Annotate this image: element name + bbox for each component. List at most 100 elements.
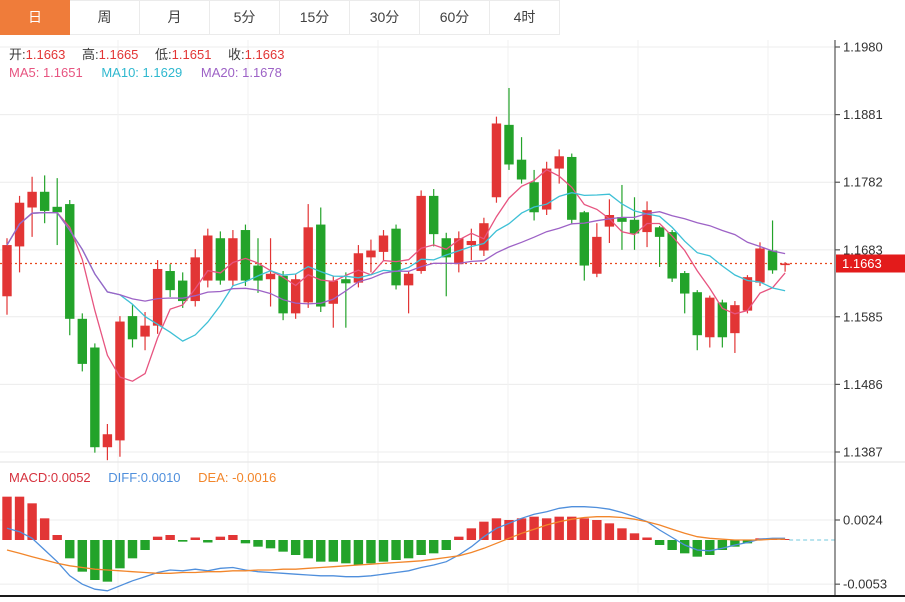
candle-body (680, 273, 689, 293)
candle-body (128, 316, 137, 339)
macd-hist-bar (27, 503, 36, 540)
macd-hist-bar (266, 540, 275, 548)
macd-hist-bar (580, 518, 589, 540)
close-value: 1.1663 (245, 47, 285, 62)
candle-body (780, 264, 789, 266)
candle-body (90, 348, 99, 448)
ma5-value: MA5: 1.1651 (9, 65, 83, 80)
tab-5min[interactable]: 5分 (210, 0, 280, 35)
candle-body (379, 235, 388, 251)
close-label: 收: (228, 47, 245, 62)
macd-hist-bar (103, 540, 112, 582)
price-axis-label: 1.1585 (843, 309, 883, 324)
candle-body (228, 238, 237, 280)
candle-body (103, 434, 112, 447)
macd-hist-bar (140, 540, 149, 550)
candle-body (504, 125, 513, 165)
macd-hist-bar (592, 520, 601, 540)
macd-hist-bar (278, 540, 287, 552)
high-value: 1.1665 (99, 47, 139, 62)
candle-body (768, 251, 777, 271)
macd-hist-bar (429, 540, 438, 553)
tab-15min[interactable]: 15分 (280, 0, 350, 35)
period-tab-bar: 日周月5分15分30分60分4时 (0, 0, 560, 35)
candle-body (165, 271, 174, 290)
high-label: 高: (82, 47, 99, 62)
macd-hist-bar (442, 540, 451, 550)
dea-value: DEA: -0.0016 (198, 470, 276, 485)
macd-hist-bar (228, 535, 237, 540)
candle-body (366, 251, 375, 258)
price-axis-label: 1.1881 (843, 107, 883, 122)
candle-body (291, 279, 300, 313)
tab-month[interactable]: 月 (140, 0, 210, 35)
price-axis-label: 1.1980 (843, 40, 883, 55)
candle-body (517, 160, 526, 180)
macd-hist-bar (404, 540, 413, 558)
macd-hist-bar (203, 540, 212, 543)
open-value: 1.1663 (26, 47, 66, 62)
price-axis-label: 1.1387 (843, 445, 883, 460)
macd-hist-bar (53, 535, 62, 540)
candle-body (705, 298, 714, 338)
macd-hist-bar (605, 523, 614, 540)
candle-body (153, 269, 162, 326)
macd-hist-bar (216, 537, 225, 540)
macd-hist-bar (542, 518, 551, 540)
candle-body (429, 196, 438, 234)
macd-hist-bar (253, 540, 262, 547)
candle-body (115, 322, 124, 441)
macd-hist-bar (2, 497, 11, 540)
candle-body (580, 212, 589, 265)
candle-body (529, 182, 538, 212)
ma10-value: MA10: 1.1629 (101, 65, 182, 80)
macd-hist-bar (642, 538, 651, 541)
candle-body (241, 230, 250, 281)
price-axis-label: 1.1782 (843, 175, 883, 190)
candle-body (755, 248, 764, 282)
open-label: 开: (9, 47, 26, 62)
low-label: 低: (155, 47, 172, 62)
candle-body (40, 192, 49, 211)
macd-hist-bar (65, 540, 74, 558)
candle-body (341, 279, 350, 283)
macd-hist-bar (467, 528, 476, 540)
candle-body (53, 207, 62, 212)
candle-body (140, 326, 149, 337)
tab-week[interactable]: 周 (70, 0, 140, 35)
candle-body (592, 237, 601, 274)
macd-hist-bar (391, 540, 400, 560)
macd-hist-bar (90, 540, 99, 580)
macd-hist-bar (329, 540, 338, 562)
macd-hist-bar (630, 533, 639, 540)
macd-hist-bar (304, 540, 313, 558)
diff-value: DIFF:0.0010 (108, 470, 180, 485)
macd-axis-label: 0.0024 (843, 513, 883, 528)
kline-chart-canvas[interactable]: 1.19801.18811.17821.16831.15851.14861.13… (0, 0, 905, 602)
macd-hist-bar (705, 540, 714, 555)
macd-hist-bar (165, 535, 174, 540)
tab-60min[interactable]: 60分 (420, 0, 490, 35)
tab-30min[interactable]: 30分 (350, 0, 420, 35)
candle-body (27, 192, 36, 208)
ma20-value: MA20: 1.1678 (201, 65, 282, 80)
tab-day[interactable]: 日 (0, 0, 70, 35)
macd-hist-bar (40, 518, 49, 540)
candle-body (404, 274, 413, 286)
candle-body (492, 123, 501, 197)
macd-hist-bar (617, 528, 626, 540)
candle-body (655, 227, 664, 237)
candle-body (304, 227, 313, 302)
candle-body (78, 319, 87, 364)
macd-value: MACD:0.0052 (9, 470, 91, 485)
tab-4hour[interactable]: 4时 (490, 0, 560, 35)
macd-hist-bar (341, 540, 350, 563)
macd-hist-bar (128, 540, 137, 558)
candle-body (216, 238, 225, 280)
ma-legend: MA5: 1.1651 MA10: 1.1629 MA20: 1.1678 (9, 65, 282, 80)
macd-hist-bar (667, 540, 676, 550)
macd-hist-bar (354, 540, 363, 565)
candle-body (2, 245, 11, 296)
kline-widget: { "toolbar": { "tabs": [ { "name": "tab-… (0, 0, 905, 602)
candle-body (266, 274, 275, 279)
